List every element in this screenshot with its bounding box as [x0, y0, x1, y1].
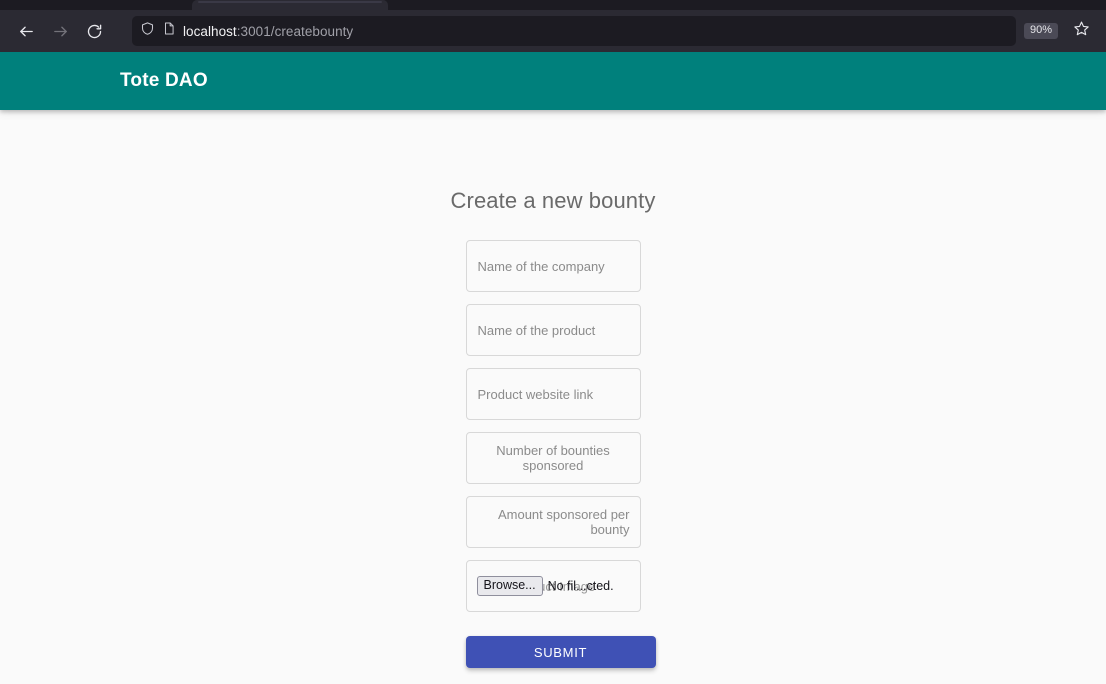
forward-button[interactable] [44, 15, 76, 47]
page-content: Create a new bounty Number of bounties s… [0, 110, 1106, 668]
company-name-field[interactable] [465, 240, 641, 292]
page-document-icon[interactable] [162, 21, 176, 41]
submit-button[interactable]: SUBMIT [465, 636, 656, 668]
url-host: localhost [183, 23, 237, 39]
browser-window: localhost:3001/createbounty 90% Tote DAO… [0, 0, 1106, 684]
product-name-field[interactable] [465, 304, 641, 356]
shield-icon[interactable] [140, 21, 155, 41]
zoom-level-badge[interactable]: 90% [1023, 23, 1058, 39]
page-viewport: Tote DAO Create a new bounty Number of b… [0, 52, 1106, 684]
bounty-count-field[interactable] [465, 432, 641, 484]
url-text[interactable]: localhost:3001/createbounty [183, 24, 353, 39]
tab-strip [0, 0, 1106, 10]
reload-icon [86, 23, 103, 40]
page-title: Create a new bounty [450, 188, 656, 213]
product-image-file-field[interactable]: Product Image Browse... No fil...cted. [465, 560, 641, 612]
arrow-right-icon [52, 23, 69, 40]
product-link-field[interactable] [465, 368, 641, 420]
file-input-native[interactable]: Browse... No fil...cted. [476, 561, 614, 611]
address-bar[interactable]: localhost:3001/createbounty [132, 16, 1016, 46]
app-header: Tote DAO [0, 52, 1106, 110]
bounty-amount-field-wrapper: Amount sponsored per bounty [465, 496, 641, 548]
create-bounty-form: Number of bounties sponsored Amount spon… [465, 214, 656, 668]
bookmark-button[interactable] [1068, 18, 1094, 44]
star-outline-icon [1073, 20, 1090, 42]
back-button[interactable] [10, 15, 42, 47]
browser-toolbar: localhost:3001/createbounty 90% [0, 10, 1106, 52]
browser-tab[interactable] [192, 0, 388, 10]
bounty-count-field-wrapper: Number of bounties sponsored [465, 432, 641, 484]
app-title: Tote DAO [120, 70, 208, 91]
browse-button[interactable]: Browse... [476, 575, 543, 597]
arrow-left-icon [18, 23, 35, 40]
bounty-amount-field[interactable] [465, 496, 641, 548]
file-selection-status: No fil...cted. [547, 579, 614, 593]
url-path: :3001/createbounty [236, 23, 354, 39]
reload-button[interactable] [78, 15, 110, 47]
